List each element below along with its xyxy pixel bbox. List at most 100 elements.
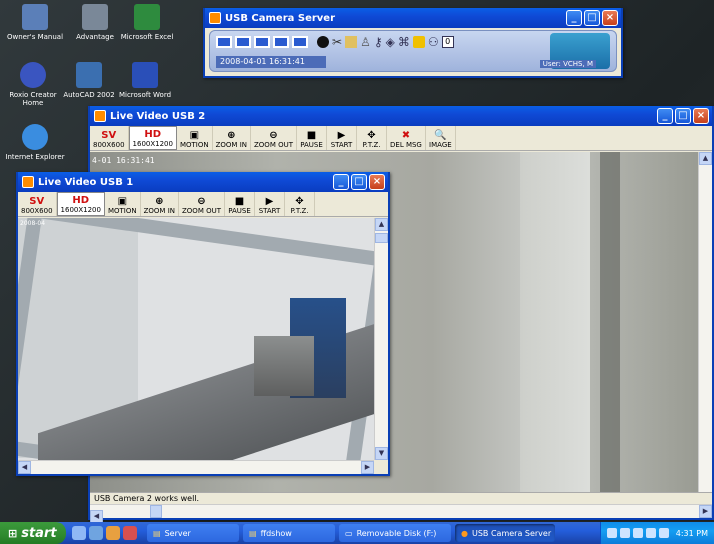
toolbar-button-p-t-z-[interactable]: ✥ P.T.Z. — [357, 126, 387, 150]
close-button[interactable]: × — [693, 108, 709, 124]
settings-icon[interactable]: ✂ — [332, 35, 342, 49]
video1-viewport: 2008-04 ▲ ▼ ◀ ▶ — [18, 218, 388, 474]
toolbar-button-start[interactable]: ▶ START — [255, 192, 285, 216]
scroll-up-icon[interactable]: ▲ — [375, 218, 388, 231]
video2-vertical-scrollbar[interactable]: ▲ — [698, 152, 712, 492]
toolbar-button-zoom-out[interactable]: ⊖ ZOOM OUT — [251, 126, 297, 150]
zoom-out-icon: ⊖ — [197, 196, 206, 207]
folder-icon: ▤ — [153, 528, 161, 538]
desktop-icon-autocad[interactable]: AutoCAD 2002 — [58, 62, 120, 99]
toolbar-button-800x600[interactable]: SV 800X600 — [90, 126, 129, 150]
server-titlebar[interactable]: USB Camera Server _ □ × — [205, 8, 621, 28]
browser-quicklaunch-icon[interactable] — [89, 526, 103, 540]
tray-network-icon[interactable] — [606, 528, 617, 538]
video1-horizontal-scrollbar[interactable]: ◀ ▶ — [18, 460, 374, 474]
close-button[interactable]: × — [369, 174, 385, 190]
toolbar-button-image[interactable]: 🔍 IMAGE — [426, 126, 456, 150]
taskbar-button-server[interactable]: ▤ Server — [147, 524, 239, 542]
scroll-right-icon[interactable]: ▶ — [699, 505, 712, 518]
live-video-usb1-window: Live Video USB 1 _ □ × SV 800X600 HD 1600X1… — [16, 172, 390, 476]
toolbar-button-1600x1200[interactable]: HD 1600X1200 — [128, 126, 177, 150]
layout-1-icon[interactable] — [216, 36, 232, 48]
user-display: User: VCHS, M — [539, 60, 596, 68]
desktop-icon-roxio[interactable]: Roxio Creator Home — [2, 62, 64, 107]
pause-icon: ■ — [306, 130, 317, 141]
tag-icon[interactable]: ◈ — [386, 35, 395, 49]
scroll-down-icon[interactable]: ▼ — [375, 447, 388, 460]
counter-box: 0 — [441, 36, 454, 48]
video2-highlight — [520, 152, 590, 492]
network-icon[interactable]: ⌘ — [398, 35, 410, 49]
user-icon[interactable]: ♙ — [360, 35, 371, 49]
start-icon: ▶ — [337, 130, 346, 141]
ie-quicklaunch-icon[interactable] — [72, 526, 86, 540]
tray-update-icon[interactable] — [658, 528, 669, 538]
taskbar-button-ffdshow[interactable]: ▤ ffdshow — [243, 524, 335, 542]
tray-display-icon[interactable] — [619, 528, 630, 538]
start-button[interactable]: ⊞ start — [0, 522, 66, 544]
video1-vertical-scrollbar[interactable]: ▲ ▼ — [374, 218, 388, 460]
tray-volume-icon[interactable] — [645, 528, 656, 538]
video2-horizontal-scrollbar[interactable]: ◀ ▶ — [90, 504, 712, 523]
maximize-button[interactable]: □ — [584, 10, 600, 26]
toolbar-button-del-msg[interactable]: ✖ DEL MSG — [387, 126, 426, 150]
toolbar-button-1600x1200[interactable]: HD 1600X1200 — [56, 192, 105, 216]
server-toolbar: ✂ ♙ ⚷ ◈ ⌘ ⚇ 0 — [216, 35, 454, 49]
toolbar-button-zoom-in[interactable]: ⊕ ZOOM IN — [213, 126, 251, 150]
desktop-icon-excel[interactable]: Microsoft Excel — [116, 4, 178, 41]
taskbar-button-usb-camera-server[interactable]: ● USB Camera Server — [455, 524, 555, 542]
media-quicklaunch-icon[interactable] — [106, 526, 120, 540]
taskbar-button-removable-disk[interactable]: ▭ Removable Disk (F:) — [339, 524, 451, 542]
camera-app-icon — [94, 110, 106, 122]
hd-icon: HD — [72, 195, 90, 206]
camera-app-icon — [22, 176, 34, 188]
app-quicklaunch-icon[interactable] — [123, 526, 137, 540]
advantage-icon — [82, 4, 108, 30]
desktop-icon-ie[interactable]: Internet Explorer — [4, 124, 66, 161]
close-button[interactable]: × — [602, 10, 618, 26]
ptz-icon: ✥ — [367, 130, 376, 141]
video1-image — [18, 218, 374, 460]
layout-3-icon[interactable] — [254, 36, 270, 48]
video2-titlebar[interactable]: Live Video USB 2 _ □ × — [90, 106, 712, 126]
system-tray: 4:31 PM — [599, 522, 714, 544]
toolbar-button-label: IMAGE — [429, 141, 452, 149]
maximize-button[interactable]: □ — [351, 174, 367, 190]
toolbar-button-motion[interactable]: ▣ MOTION — [105, 192, 141, 216]
video1-titlebar[interactable]: Live Video USB 1 _ □ × — [18, 172, 388, 192]
toolbar-button-motion[interactable]: ▣ MOTION — [177, 126, 213, 150]
toolbar-button-800x600[interactable]: SV 800X600 — [18, 192, 57, 216]
minimize-button[interactable]: _ — [657, 108, 673, 124]
toolbar-button-zoom-in[interactable]: ⊕ ZOOM IN — [141, 192, 179, 216]
scroll-thumb[interactable] — [375, 233, 388, 243]
camera-app-icon — [209, 12, 221, 24]
zoom-in-icon: ⊕ — [155, 196, 164, 207]
key-icon[interactable]: ⚷ — [374, 35, 383, 49]
toolbar-button-label: MOTION — [179, 141, 209, 149]
toolbar-button-start[interactable]: ▶ START — [327, 126, 357, 150]
toolbar-button-label: P.T.Z. — [362, 141, 381, 149]
scroll-right-icon[interactable]: ▶ — [361, 461, 374, 474]
scroll-left-icon[interactable]: ◀ — [18, 461, 31, 474]
tray-security-icon[interactable] — [632, 528, 643, 538]
minimize-button[interactable]: _ — [566, 10, 582, 26]
share-icon[interactable]: ⚇ — [428, 35, 439, 49]
toolbar-button-zoom-out[interactable]: ⊖ ZOOM OUT — [179, 192, 225, 216]
scroll-thumb[interactable] — [149, 505, 162, 518]
start-icon: ▶ — [265, 196, 274, 207]
layout-2-icon[interactable] — [235, 36, 251, 48]
minimize-button[interactable]: _ — [333, 174, 349, 190]
maximize-button[interactable]: □ — [675, 108, 691, 124]
scroll-up-icon[interactable]: ▲ — [699, 152, 712, 165]
toolbar-button-pause[interactable]: ■ PAUSE — [297, 126, 327, 150]
clock: 4:31 PM — [675, 528, 708, 538]
desktop-icon-word[interactable]: Microsoft Word — [114, 62, 176, 99]
folder-icon[interactable] — [345, 36, 358, 48]
toolbar-button-p-t-z-[interactable]: ✥ P.T.Z. — [285, 192, 315, 216]
desktop-icon-owners-manual[interactable]: Owner's Manual — [4, 4, 66, 41]
record-icon[interactable] — [317, 36, 329, 48]
layout-4-icon[interactable] — [273, 36, 289, 48]
lock-icon[interactable] — [412, 36, 425, 48]
layout-5-icon[interactable] — [292, 36, 308, 48]
toolbar-button-pause[interactable]: ■ PAUSE — [225, 192, 255, 216]
